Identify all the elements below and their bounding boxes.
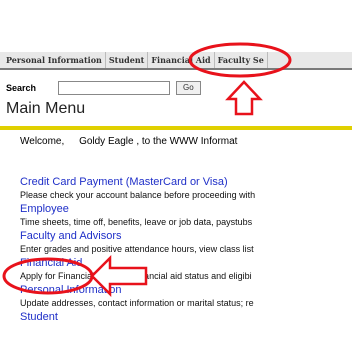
personal-information-link[interactable]: Personal Information (20, 284, 350, 297)
menu-item-personal-information: Personal Information Update addresses, c… (20, 284, 350, 311)
menu-description: Enter grades and positive attendance hou… (20, 244, 254, 254)
search-input[interactable] (58, 81, 170, 95)
tab-student[interactable]: Student (106, 52, 149, 68)
up-arrow-icon (225, 80, 263, 116)
go-button[interactable]: Go (176, 81, 201, 95)
menu-item-faculty: Faculty and Advisors Enter grades and po… (20, 230, 350, 257)
divider (0, 126, 352, 130)
menu-item-student: Student (20, 311, 350, 338)
tab-personal-information[interactable]: Personal Information (0, 52, 106, 68)
menu-description: Please check your account balance before… (20, 190, 256, 200)
menu-item-financial-aid: Financial Aid Apply for Financial Aid, v… (20, 257, 350, 284)
faculty-and-advisors-link[interactable]: Faculty and Advisors (20, 230, 350, 243)
page-title: Main Menu (6, 100, 86, 117)
tab-faculty-services[interactable]: Faculty Se (215, 52, 268, 68)
welcome-text: Welcome, (20, 136, 65, 147)
search-label: Search (6, 83, 37, 93)
financial-aid-link[interactable]: Financial Aid (20, 257, 350, 270)
menu-description: Time sheets, time off, benefits, leave o… (20, 217, 253, 227)
employee-link[interactable]: Employee (20, 203, 350, 216)
search-row: Search Go (6, 80, 201, 96)
tab-financial-aid[interactable]: Financial Aid (148, 52, 215, 68)
main-menu-list: Credit Card Payment (MasterCard or Visa)… (20, 176, 350, 338)
welcome-rest: , to the WWW Informat (136, 136, 238, 147)
credit-card-payment-link[interactable]: Credit Card Payment (MasterCard or Visa) (20, 176, 350, 189)
menu-description: Apply for Financial Aid, view financial … (20, 271, 252, 281)
user-name: Goldy Eagle (79, 136, 134, 147)
main-tab-bar: Personal Information Student Financial Aid… (0, 52, 352, 70)
menu-item-credit-card: Credit Card Payment (MasterCard or Visa)… (20, 176, 350, 203)
menu-item-employee: Employee Time sheets, time off, benefits… (20, 203, 350, 230)
menu-description: Update addresses, contact information or… (20, 298, 254, 308)
welcome-message: Welcome, Goldy Eagle , to the WWW Inform… (20, 136, 237, 147)
student-link[interactable]: Student (20, 311, 350, 324)
